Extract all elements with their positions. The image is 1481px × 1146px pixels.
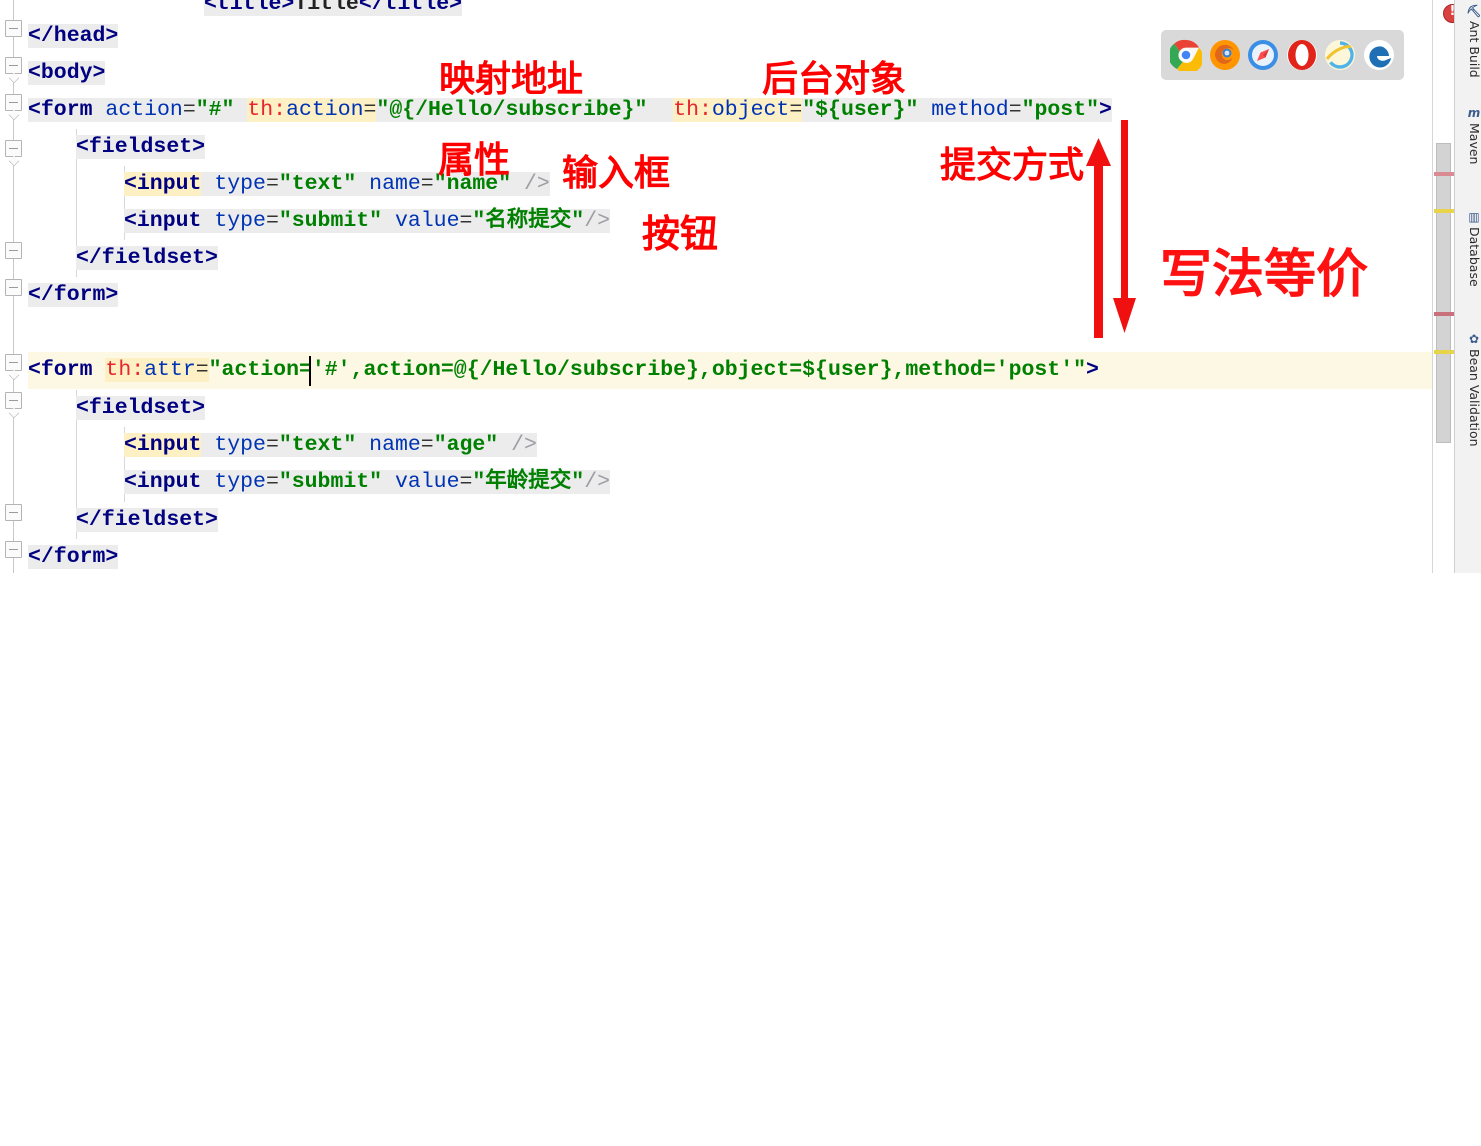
scrollbar-thumb[interactable] bbox=[1436, 143, 1451, 443]
tab-label: Bean Validation bbox=[1467, 349, 1481, 447]
browser-launch-bar[interactable] bbox=[1161, 30, 1404, 80]
annotation-mapping-address: 映射地址 bbox=[439, 59, 584, 100]
chrome-icon[interactable] bbox=[1168, 39, 1204, 74]
code-line-form-close-2[interactable]: </form> bbox=[28, 539, 119, 576]
fold-toggle-head[interactable] bbox=[5, 20, 22, 37]
code-editor[interactable]: <title>Title</title> </head> <body> <for… bbox=[0, 0, 1481, 573]
ant-icon: ⛏ bbox=[1466, 4, 1481, 18]
tab-ant-build[interactable]: ⛏ Ant Build bbox=[1455, 2, 1481, 78]
code-line-form-open-2[interactable]: <form th:attr="action='#',action=@{/Hell… bbox=[28, 352, 1099, 389]
tab-label: Maven bbox=[1467, 123, 1481, 165]
fold-toggle-form-2[interactable] bbox=[5, 354, 22, 371]
arrow-down-icon bbox=[1113, 120, 1136, 333]
fold-toggle-body[interactable] bbox=[5, 57, 22, 74]
annotation-button: 按钮 bbox=[642, 212, 719, 256]
scrollbar-marker-warning[interactable] bbox=[1434, 209, 1454, 213]
scrollbar-marker-error[interactable] bbox=[1434, 312, 1454, 316]
code-line-head-close[interactable]: </head> bbox=[28, 18, 119, 55]
bean-icon: ✿ bbox=[1468, 332, 1480, 346]
code-line-fieldset-close-2[interactable]: </fieldset> bbox=[76, 502, 218, 539]
fold-toggle-fieldset-1-end[interactable] bbox=[5, 242, 22, 259]
text-caret bbox=[309, 356, 311, 386]
code-line-fieldset-open-1[interactable]: <fieldset> bbox=[76, 129, 206, 166]
fold-toggle-fieldset-2-end[interactable] bbox=[5, 504, 22, 521]
annotation-submit-method: 提交方式 bbox=[940, 145, 1085, 186]
ie-icon[interactable] bbox=[1324, 39, 1356, 71]
code-line-fieldset-close-1[interactable]: </fieldset> bbox=[76, 240, 218, 277]
annotation-attribute: 属性 bbox=[438, 140, 511, 181]
opera-icon[interactable] bbox=[1286, 39, 1318, 71]
database-icon: ▥ bbox=[1468, 210, 1480, 224]
scrollbar-marker-error[interactable] bbox=[1434, 172, 1454, 176]
firefox-icon[interactable] bbox=[1209, 39, 1241, 71]
fold-toggle-form-1-end[interactable] bbox=[5, 279, 22, 296]
equivalence-arrows bbox=[1086, 120, 1136, 338]
scrollbar-marker-warning[interactable] bbox=[1434, 350, 1454, 354]
edge-icon[interactable] bbox=[1363, 39, 1395, 71]
annotation-equivalent-syntax: 写法等价 bbox=[1160, 245, 1369, 305]
tab-bean-validation[interactable]: ✿ Bean Validation bbox=[1455, 330, 1481, 447]
editor-gutter[interactable] bbox=[0, 0, 28, 573]
fold-toggle-form-1[interactable] bbox=[5, 94, 22, 111]
fold-toggle-fieldset-1[interactable] bbox=[5, 140, 22, 157]
code-line-form-close-1[interactable]: </form> bbox=[28, 277, 119, 314]
annotation-input-box: 输入框 bbox=[562, 153, 671, 194]
tab-database[interactable]: ▥ Database bbox=[1455, 208, 1481, 287]
maven-icon: m bbox=[1467, 106, 1481, 120]
code-line-fieldset-open-2[interactable]: <fieldset> bbox=[76, 390, 206, 427]
code-line-title[interactable]: <title>Title</title> bbox=[204, 0, 463, 23]
fold-toggle-form-2-end[interactable] bbox=[5, 541, 22, 558]
tab-maven[interactable]: m Maven bbox=[1455, 104, 1481, 164]
tab-label: Database bbox=[1467, 227, 1481, 287]
tool-window-tab-strip[interactable]: ⛏ Ant Build m Maven ▥ Database ✿ Bean Valida… bbox=[1454, 0, 1481, 573]
code-line-input-submit-age[interactable]: <input type="submit" value="年龄提交"/> bbox=[124, 464, 611, 501]
editor-scrollbar[interactable] bbox=[1432, 0, 1455, 573]
code-line-input-text-age[interactable]: <input type="text" name="age" /> bbox=[124, 427, 537, 464]
annotation-backend-object: 后台对象 bbox=[762, 59, 907, 100]
tab-label: Ant Build bbox=[1467, 21, 1481, 78]
safari-icon[interactable] bbox=[1247, 39, 1279, 71]
code-line-body-open[interactable]: <body> bbox=[28, 55, 106, 92]
code-line-input-submit-name[interactable]: <input type="submit" value="名称提交"/> bbox=[124, 203, 611, 240]
fold-toggle-fieldset-2[interactable] bbox=[5, 392, 22, 409]
arrow-up-icon bbox=[1086, 138, 1111, 338]
